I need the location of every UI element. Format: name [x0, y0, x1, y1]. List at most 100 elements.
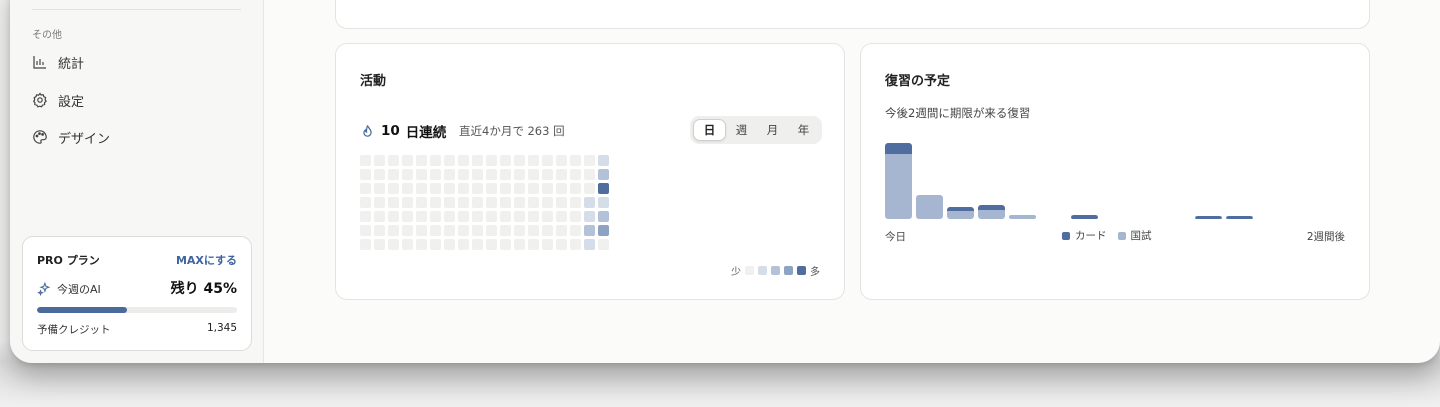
- upgrade-link[interactable]: MAXにする: [176, 252, 237, 268]
- tab-day[interactable]: 日: [693, 119, 726, 141]
- streak-days: 10: [381, 123, 400, 139]
- heatmap-cell: [444, 155, 455, 166]
- heatmap-cell: [486, 155, 497, 166]
- axis-start-label: 今日: [885, 231, 906, 243]
- heatmap-cell: [570, 197, 581, 208]
- ai-usage-progress-bar: [37, 307, 237, 313]
- heatmap-cell: [472, 197, 483, 208]
- sidebar-item-design[interactable]: デザイン: [24, 121, 248, 153]
- heatmap-cell: [556, 197, 567, 208]
- sparkle-icon: [37, 282, 51, 296]
- sidebar-item-settings[interactable]: 設定: [24, 84, 248, 116]
- heatmap-cell: [570, 211, 581, 222]
- heatmap-cell: [416, 197, 427, 208]
- heatmap-cell: [514, 225, 525, 236]
- heatmap-cell: [458, 225, 469, 236]
- heatmap-cell: [374, 197, 385, 208]
- heatmap-cell: [430, 211, 441, 222]
- review-bar: [947, 206, 974, 219]
- review-bar: [978, 205, 1005, 219]
- review-bar-card-segment: [978, 205, 1005, 210]
- review-legend: カード 国試: [1062, 228, 1152, 243]
- heatmap-cell: [416, 183, 427, 194]
- heatmap-cell: [570, 155, 581, 166]
- pro-plan-card: PRO プラン MAXにする 今週のAI 残り 45% 予備クレジット 1,34…: [22, 236, 252, 351]
- activity-title: 活動: [360, 74, 387, 89]
- sidebar-item-label: 設定: [58, 94, 85, 110]
- heatmap-cell: [430, 155, 441, 166]
- tab-week[interactable]: 週: [726, 119, 757, 141]
- heatmap-cell: [570, 225, 581, 236]
- streak-summary: 10 日連続: [360, 121, 446, 141]
- heatmap-cell: [402, 197, 413, 208]
- heatmap-cell: [444, 197, 455, 208]
- heatmap-cell: [598, 211, 609, 222]
- heatmap-cell: [360, 169, 371, 180]
- reserve-credit-value: 1,345: [206, 322, 237, 334]
- heatmap-cell: [598, 155, 609, 166]
- heatmap-cell: [500, 155, 511, 166]
- heatmap-cell: [528, 197, 539, 208]
- heatmap-cell: [416, 225, 427, 236]
- bar-chart-icon: [33, 56, 46, 69]
- review-bar-card-segment: [1071, 214, 1098, 219]
- heatmap-cell: [514, 183, 525, 194]
- sidebar-item-stats[interactable]: 統計: [24, 46, 248, 78]
- heatmap-cell: [556, 211, 567, 222]
- ai-label-text: 今週のAI: [57, 283, 101, 296]
- heatmap-cell: [584, 155, 595, 166]
- heatmap-cell: [458, 211, 469, 222]
- review-bar: [1195, 216, 1222, 219]
- heatmap-cell: [458, 197, 469, 208]
- heatmap-cell: [542, 239, 553, 250]
- review-title: 復習の予定: [885, 74, 951, 89]
- heatmap-cell: [388, 183, 399, 194]
- sidebar-section-label: その他: [32, 30, 62, 41]
- heatmap-cell: [416, 169, 427, 180]
- heatmap-cell: [472, 155, 483, 166]
- legend-level-1: [758, 266, 767, 275]
- heatmap-cell: [542, 183, 553, 194]
- heatmap-cell: [556, 225, 567, 236]
- heatmap-cell: [472, 183, 483, 194]
- review-bar: [885, 143, 912, 219]
- heatmap-cell: [570, 169, 581, 180]
- heatmap-cell: [584, 183, 595, 194]
- review-bar-card-segment: [947, 206, 974, 211]
- tab-year[interactable]: 年: [788, 119, 819, 141]
- heatmap-cell: [360, 225, 371, 236]
- legend-level-2: [771, 266, 780, 275]
- sidebar: その他 統計 設定 デザイン PRO プラン MAXにする 今週のAI 残り 4…: [10, 0, 264, 363]
- heatmap-cell: [360, 155, 371, 166]
- heatmap-cell: [584, 239, 595, 250]
- heatmap-cell: [360, 197, 371, 208]
- review-bar: [916, 194, 943, 219]
- heatmap-cell: [514, 169, 525, 180]
- heatmap-cell: [374, 239, 385, 250]
- heatmap-cell: [458, 239, 469, 250]
- legend-level-3: [784, 266, 793, 275]
- heatmap-cell: [458, 183, 469, 194]
- heatmap-cell: [570, 183, 581, 194]
- review-bar-card-segment: [1226, 216, 1253, 219]
- sidebar-item-label: デザイン: [58, 131, 111, 147]
- heatmap-cell: [556, 155, 567, 166]
- heatmap-cell: [444, 183, 455, 194]
- heatmap-cell: [542, 211, 553, 222]
- heatmap-cell: [584, 211, 595, 222]
- heatmap-cell: [388, 197, 399, 208]
- heatmap-cell: [514, 197, 525, 208]
- heatmap-cell: [416, 239, 427, 250]
- heatmap-cell: [486, 239, 497, 250]
- heatmap-cell: [598, 169, 609, 180]
- heatmap-cell: [388, 225, 399, 236]
- palette-icon: [33, 130, 47, 144]
- heatmap-cell: [416, 211, 427, 222]
- heatmap-cell: [360, 183, 371, 194]
- review-bar-card-segment: [885, 143, 912, 155]
- legend-swatch-exam: [1117, 231, 1126, 240]
- heatmap-cell: [486, 169, 497, 180]
- heatmap-cell: [500, 211, 511, 222]
- heatmap-cell: [430, 225, 441, 236]
- tab-month[interactable]: 月: [757, 119, 788, 141]
